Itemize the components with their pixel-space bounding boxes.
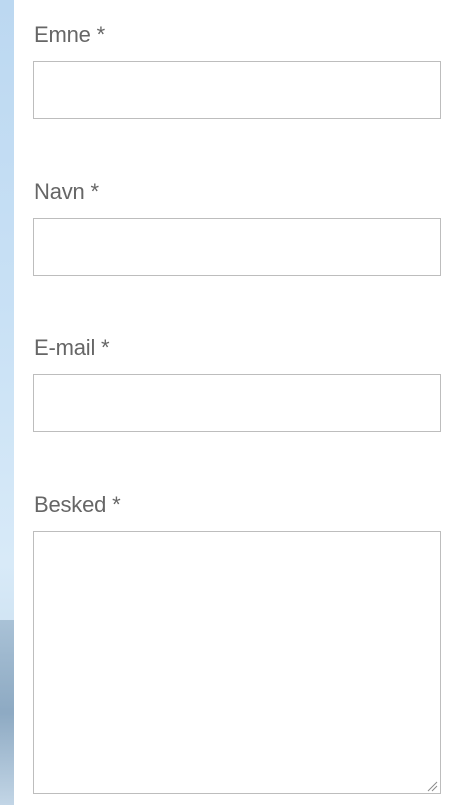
- background-decoration: [0, 620, 14, 805]
- message-label: Besked *: [34, 492, 121, 517]
- contact-form: Emne * Navn * E-mail * Besked *: [14, 0, 452, 805]
- name-label: Navn *: [34, 179, 99, 204]
- resize-grip-icon[interactable]: [426, 779, 438, 792]
- subject-input[interactable]: [33, 61, 441, 119]
- name-input[interactable]: [33, 218, 441, 276]
- email-label: E-mail *: [34, 335, 110, 360]
- message-textarea[interactable]: [33, 531, 441, 794]
- email-input[interactable]: [33, 374, 441, 432]
- subject-label: Emne *: [34, 22, 105, 47]
